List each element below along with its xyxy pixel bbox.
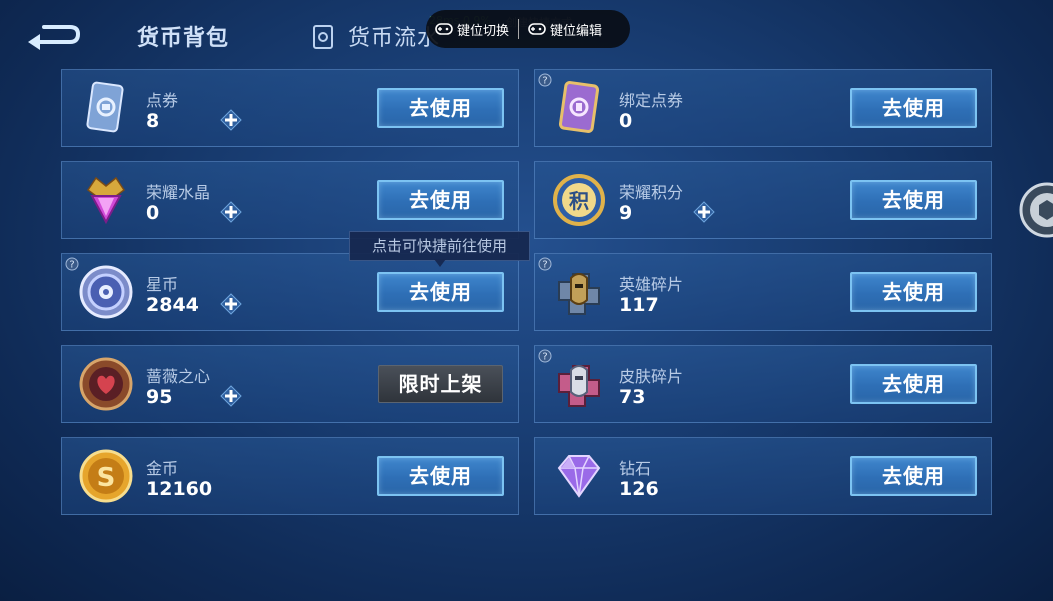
currency-name: 荣耀积分 xyxy=(619,183,684,202)
flow-record-icon xyxy=(313,25,333,49)
currency-name: 皮肤碎片 xyxy=(619,367,684,386)
currency-count: 8 xyxy=(146,110,160,132)
currency-card: ? 绑定点券 0 去使用 xyxy=(534,69,992,147)
svg-text:积: 积 xyxy=(569,189,589,213)
svg-text:?: ? xyxy=(542,352,547,363)
key-switch-label: 键位切换 xyxy=(457,23,510,39)
currency-name: 星币 xyxy=(146,275,179,294)
skin-fragment-icon xyxy=(558,365,600,407)
star-coin-icon xyxy=(79,265,133,319)
currency-card: S 金币 12160 去使用 xyxy=(61,437,519,515)
svg-text:?: ? xyxy=(542,260,547,271)
key-switch-button[interactable]: 键位切换 xyxy=(426,20,518,39)
add-currency-icon[interactable] xyxy=(692,200,716,224)
gamepad-edit-icon xyxy=(528,23,546,35)
currency-count: 0 xyxy=(619,110,633,132)
limited-release-button: 限时上架 xyxy=(378,365,503,403)
tab-currency-bag[interactable]: 货币背包 xyxy=(137,20,229,52)
currency-card: ? 英雄碎片 117 去使用 xyxy=(534,253,992,331)
currency-name: 英雄碎片 xyxy=(619,275,684,294)
glory-points-icon: 积 xyxy=(553,174,605,226)
tooltip-arrow xyxy=(434,259,446,267)
go-use-button[interactable]: 去使用 xyxy=(377,88,504,128)
add-currency-icon[interactable] xyxy=(219,384,243,408)
go-use-button[interactable]: 去使用 xyxy=(377,456,504,496)
currency-count: 0 xyxy=(146,202,160,224)
currency-count: 12160 xyxy=(146,478,213,500)
go-use-button[interactable]: 去使用 xyxy=(850,180,977,220)
svg-text:?: ? xyxy=(69,260,74,271)
add-currency-icon[interactable] xyxy=(219,292,243,316)
currency-count: 126 xyxy=(619,478,659,500)
currency-name: 点券 xyxy=(146,91,179,110)
currency-name: 蔷薇之心 xyxy=(146,367,211,386)
currency-card: 钻石 126 去使用 xyxy=(534,437,992,515)
bound-voucher-icon xyxy=(558,81,600,133)
currency-card: 积 荣耀积分 9 去使用 xyxy=(534,161,992,239)
go-use-button[interactable]: 去使用 xyxy=(377,272,504,312)
currency-count: 73 xyxy=(619,386,646,408)
go-use-button[interactable]: 去使用 xyxy=(850,272,977,312)
gamepad-icon xyxy=(435,23,453,35)
add-currency-icon[interactable] xyxy=(219,200,243,224)
currency-name: 绑定点券 xyxy=(619,91,684,110)
go-use-button[interactable]: 去使用 xyxy=(850,88,977,128)
currency-count: 9 xyxy=(619,202,633,224)
currency-card: 荣耀水晶 0 去使用 xyxy=(61,161,519,239)
quick-use-tooltip: 点击可快捷前往使用 xyxy=(349,231,530,261)
currency-card: ? 星币 2844 去使用 xyxy=(61,253,519,331)
side-floating-button[interactable] xyxy=(1017,180,1053,240)
svg-text:?: ? xyxy=(542,76,547,87)
svg-text:S: S xyxy=(97,463,116,493)
back-arrow-icon[interactable] xyxy=(26,22,82,52)
go-use-button[interactable]: 去使用 xyxy=(850,364,977,404)
go-use-button[interactable]: 去使用 xyxy=(850,456,977,496)
glory-crystal-icon xyxy=(86,176,126,225)
key-edit-label: 键位编辑 xyxy=(550,23,603,39)
hero-fragment-icon xyxy=(558,273,600,315)
currency-name: 钻石 xyxy=(619,459,652,478)
diamond-icon xyxy=(557,455,601,498)
add-currency-icon[interactable] xyxy=(219,108,243,132)
voucher-card-icon xyxy=(86,81,124,133)
currency-card: ? 皮肤碎片 73 去使用 xyxy=(534,345,992,423)
currency-count: 2844 xyxy=(146,294,199,316)
currency-name: 荣耀水晶 xyxy=(146,183,211,202)
key-edit-button[interactable]: 键位编辑 xyxy=(519,20,611,39)
gold-coin-icon: S xyxy=(79,449,133,503)
currency-name: 金币 xyxy=(146,459,179,478)
currency-card: 蔷薇之心 95 限时上架 xyxy=(61,345,519,423)
go-use-button[interactable]: 去使用 xyxy=(377,180,504,220)
currency-card: 点券 8 去使用 xyxy=(61,69,519,147)
currency-count: 95 xyxy=(146,386,173,408)
key-mapping-toolbar: 键位切换 键位编辑 xyxy=(426,10,630,48)
currency-count: 117 xyxy=(619,294,659,316)
rose-heart-icon xyxy=(79,357,133,411)
